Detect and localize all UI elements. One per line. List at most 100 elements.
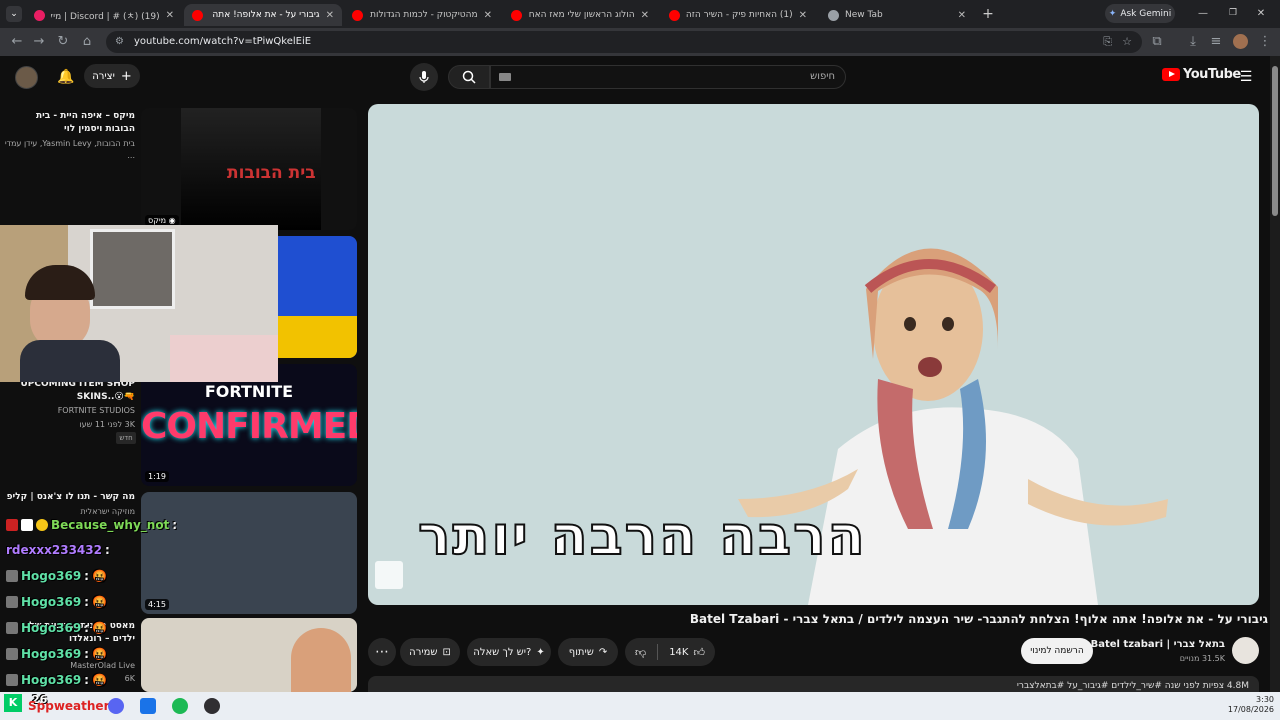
search-button[interactable] — [448, 65, 490, 89]
subscribe-button[interactable]: הרשמה למינוי — [1021, 638, 1093, 664]
tab-search-icon[interactable]: ⌄ — [6, 6, 22, 22]
youtube-favicon-icon — [511, 9, 522, 21]
close-tab-icon[interactable]: ✕ — [641, 10, 649, 21]
channel-watermark-icon[interactable] — [375, 561, 403, 589]
new-tab-button[interactable]: + — [980, 6, 996, 22]
close-tab-icon[interactable]: ✕ — [799, 10, 807, 21]
dislike-button[interactable]: 👎︎ — [635, 646, 646, 659]
bookmark-icon: ⊡ — [442, 646, 451, 658]
channel-avatar[interactable] — [1232, 637, 1259, 664]
reading-list-icon[interactable]: ≡ — [1207, 33, 1225, 51]
profile-avatar[interactable] — [1233, 34, 1248, 49]
close-tab-icon[interactable]: ✕ — [166, 10, 174, 21]
share-label: שיתוף — [568, 646, 594, 658]
tab-label: (19) Discord | # (ㅊ) | מיקס — [51, 11, 160, 22]
tab-label: גיבורי על - את אלופה! אתה אלו — [209, 10, 320, 20]
ask-gemini-label: Ask Gemini — [1120, 8, 1172, 19]
account-avatar[interactable] — [15, 66, 38, 89]
rec-thumbnail-1[interactable]: בית הבובות מיקס ◉ — [141, 108, 357, 230]
close-window-icon[interactable]: ✕ — [1254, 6, 1268, 20]
chat-username: Because_why_not — [51, 518, 170, 532]
chat-username: Hogo369 — [21, 569, 82, 583]
youtube-favicon-icon — [352, 9, 363, 21]
scrollbar-thumb[interactable] — [1272, 66, 1278, 216]
rec-title-1[interactable]: מיקס – איפה היית - בית הבובות ויסמין לוי — [5, 110, 135, 136]
rec-thumbnail-4[interactable]: 4:15 — [141, 492, 357, 614]
share-arrow-icon: ↷ — [598, 646, 608, 658]
share-button[interactable]: שיתוף ↷ — [558, 638, 618, 666]
microphone-icon — [419, 71, 429, 83]
discord-favicon-icon — [34, 9, 45, 21]
home-icon[interactable]: ⌂ — [78, 33, 96, 51]
voice-search-button[interactable] — [410, 63, 438, 91]
url-field[interactable]: ⚙ youtube.com/watch?v=tPiwQkelEiE ⎘ ☆ — [106, 31, 1142, 53]
rec-title-4[interactable]: מה קשר - תנו לו צ'אנס | קליפ — [5, 491, 135, 504]
chat-username: Hogo369 — [21, 647, 82, 661]
like-count: 14K — [669, 646, 689, 658]
chat-emote: 🤬 — [91, 673, 107, 687]
channel-name[interactable]: בתאל צברי | Batel tzabari — [1091, 639, 1225, 650]
chat-message: Hogo369 : 🤬 — [6, 621, 107, 635]
discord-taskbar-icon[interactable] — [108, 698, 124, 714]
sparkle-icon: ✦ — [536, 646, 545, 658]
rec-meta-5: MasterOlad Live — [70, 661, 135, 670]
close-tab-icon[interactable]: ✕ — [326, 10, 334, 21]
tab-new-tab[interactable]: New Tab ✕ — [820, 4, 974, 26]
chat-username: Sppweather — [28, 699, 110, 713]
tab-label: New Tab — [845, 10, 883, 20]
tab-youtube-3[interactable]: הולוג הראשון שלי מאז האח הג ✕ — [503, 4, 657, 26]
install-app-icon[interactable]: ⎘ — [1103, 31, 1112, 53]
kick-logo-icon: K — [4, 694, 22, 712]
rec-thumbnail-5[interactable] — [141, 618, 357, 692]
thumb-text: FORTNITE — [204, 382, 294, 401]
rec-views-3: 3K לפני 11 שעו — [79, 420, 135, 429]
like-thumb-icon[interactable]: 👍︎ — [693, 646, 705, 659]
minimize-icon[interactable]: — — [1196, 6, 1210, 20]
youtube-logo[interactable]: YouTube — [1162, 67, 1241, 82]
tab-youtube-4[interactable]: (1) האחיות פיק - השיר הזה ־ ✕ — [661, 4, 815, 26]
tab-youtube-active[interactable]: גיבורי על - את אלופה! אתה אלו ✕ — [184, 4, 342, 26]
keyboard-icon[interactable] — [499, 73, 511, 81]
chat-badge-icon — [6, 648, 18, 660]
system-clock[interactable]: 3:30 17/08/2026 — [1220, 695, 1274, 715]
subscriber-count: 31.5K מנויים — [1179, 654, 1225, 663]
chat-separator: : — [84, 569, 89, 583]
search-icon — [462, 70, 476, 84]
ask-label: יש לך שאלה? — [473, 646, 532, 658]
notifications-bell-icon[interactable]: 🔔 — [55, 66, 77, 88]
downloads-icon[interactable]: ⤓ — [1184, 33, 1202, 51]
close-tab-icon[interactable]: ✕ — [958, 10, 966, 21]
guide-menu-icon[interactable]: ☰ — [1237, 68, 1255, 86]
close-tab-icon[interactable]: ✕ — [484, 10, 492, 21]
back-icon[interactable]: ← — [8, 33, 26, 51]
tab-youtube-2[interactable]: מהטיקטוק - לכמות הגדולות הי ✕ — [344, 4, 500, 26]
save-button[interactable]: שמירה ⊡ — [400, 638, 460, 666]
more-actions-icon[interactable]: ⋯ — [368, 638, 396, 666]
create-button[interactable]: יצירה + — [84, 64, 140, 88]
extensions-icon[interactable]: ⧉ — [1148, 33, 1166, 51]
chat-badge-icon — [6, 674, 18, 686]
reload-icon[interactable]: ↻ — [54, 33, 72, 51]
chat-badge-icon — [6, 570, 18, 582]
ask-question-button[interactable]: יש לך שאלה? ✦ — [467, 638, 551, 666]
restore-icon[interactable]: ❐ — [1226, 6, 1240, 20]
tab-discord[interactable]: (19) Discord | # (ㅊ) | מיקס ✕ — [26, 4, 182, 26]
search-input[interactable]: חיפוש — [490, 65, 846, 89]
like-dislike-group: 👎︎ 14K 👍︎ — [625, 638, 715, 666]
site-info-icon[interactable]: ⚙ — [115, 31, 124, 53]
chrome-menu-icon[interactable]: ⋮ — [1256, 33, 1274, 51]
plus-icon: + — [120, 68, 132, 84]
obs-taskbar-icon[interactable] — [204, 698, 220, 714]
spotify-taskbar-icon[interactable] — [172, 698, 188, 714]
chrome-taskbar-icon[interactable] — [140, 698, 156, 714]
new-badge: חדש — [116, 432, 136, 444]
bookmark-star-icon[interactable]: ☆ — [1122, 31, 1132, 53]
chat-username: rdexxx233432 — [6, 543, 102, 557]
chat-separator: : — [84, 647, 89, 661]
ask-gemini-button[interactable]: ✦ Ask Gemini — [1105, 4, 1175, 23]
video-player[interactable]: הרבה הרבה יותר — [368, 104, 1259, 605]
rec-thumbnail-3[interactable]: FORTNITE CONFIRMED 1:19 — [141, 364, 357, 486]
rec-meta-4: מוזיקה ישראלית — [80, 507, 135, 516]
chat-badge-icon — [36, 519, 48, 531]
forward-icon[interactable]: → — [30, 33, 48, 51]
